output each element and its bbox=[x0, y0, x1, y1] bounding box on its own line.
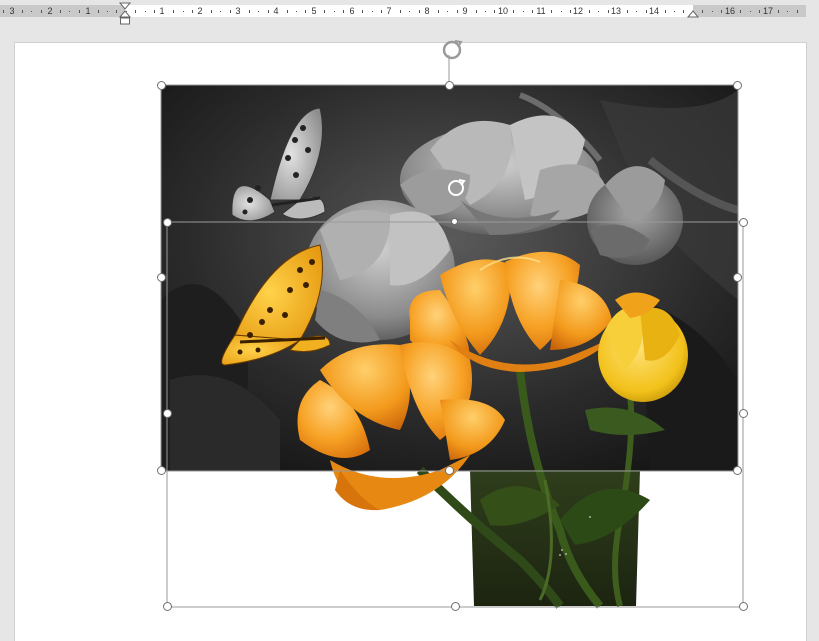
selected-picture[interactable] bbox=[0, 0, 819, 640]
crop-handle-bottom-left[interactable] bbox=[163, 602, 172, 611]
crop-handle-top-left[interactable] bbox=[163, 218, 172, 227]
handle-top-center[interactable] bbox=[445, 81, 454, 90]
handle-middle-left[interactable] bbox=[157, 273, 166, 282]
handle-bottom-left[interactable] bbox=[157, 466, 166, 475]
rotate-handle-icon bbox=[442, 40, 463, 60]
handle-bottom-right[interactable] bbox=[733, 466, 742, 475]
handle-top-left[interactable] bbox=[157, 81, 166, 90]
crop-handle-middle-right[interactable] bbox=[739, 409, 748, 418]
crop-handle-middle-left[interactable] bbox=[163, 409, 172, 418]
crop-handle-bottom-center[interactable] bbox=[451, 602, 460, 611]
crop-handle-top-right[interactable] bbox=[739, 218, 748, 227]
handle-bottom-center[interactable] bbox=[445, 466, 454, 475]
crop-handle-top-center[interactable] bbox=[451, 218, 458, 225]
handle-top-right[interactable] bbox=[733, 81, 742, 90]
crop-handle-bottom-right[interactable] bbox=[739, 602, 748, 611]
handle-middle-right[interactable] bbox=[733, 273, 742, 282]
